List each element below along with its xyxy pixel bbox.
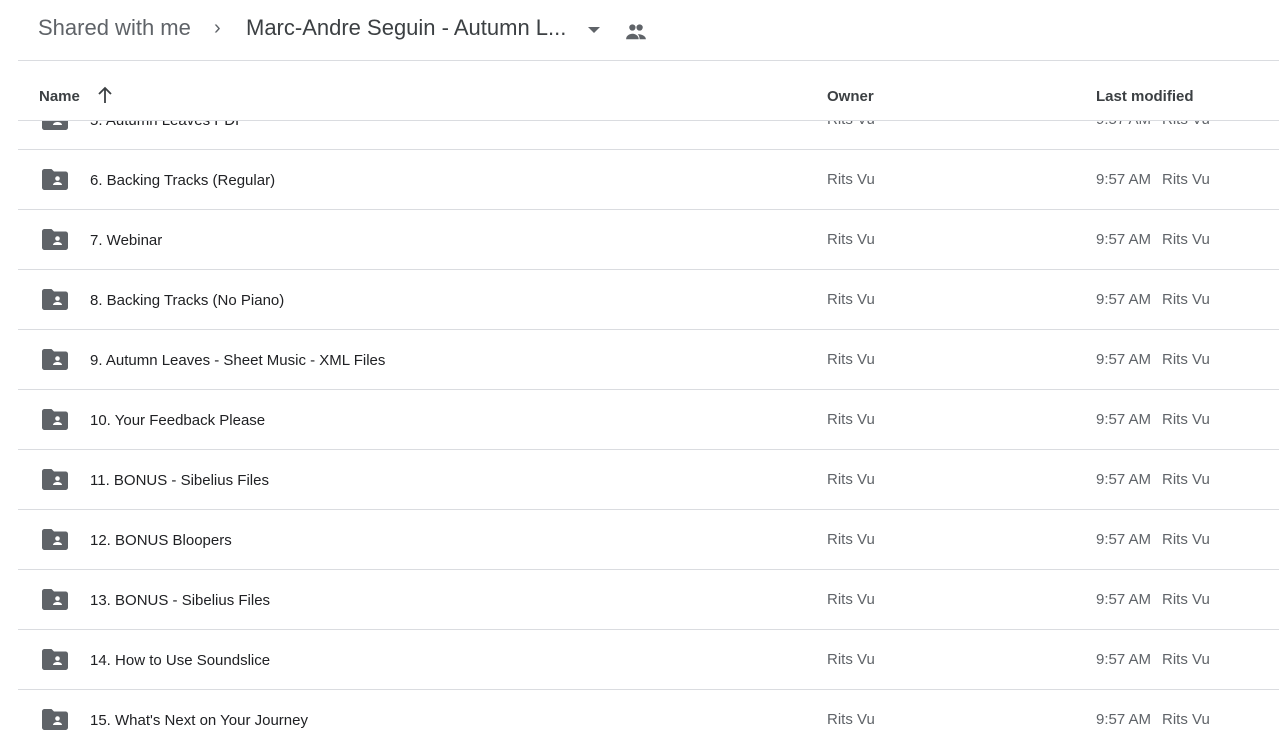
shared-folder-icon (42, 649, 68, 670)
table-row[interactable]: 10. Your Feedback Please Rits Vu 9:57 AM… (18, 390, 1279, 450)
last-modified-by: Rits Vu (1162, 591, 1210, 608)
file-name: 9. Autumn Leaves - Sheet Music - XML Fil… (90, 352, 386, 369)
owner: Rits Vu (827, 121, 875, 128)
last-modified-time: 9:57 AM (1096, 531, 1152, 548)
last-modified-time: 9:57 AM (1096, 591, 1152, 608)
last-modified-by: Rits Vu (1162, 121, 1210, 128)
table-row[interactable]: 7. Webinar Rits Vu 9:57 AM Rits Vu (18, 210, 1279, 270)
owner: Rits Vu (827, 471, 875, 488)
breadcrumb-shared-with-me[interactable]: Shared with me (38, 15, 191, 41)
file-name: 10. Your Feedback Please (90, 412, 266, 429)
file-name: 8. Backing Tracks (No Piano) (90, 292, 285, 309)
file-name: 11. BONUS - Sibelius Files (90, 472, 269, 489)
last-modified-time: 9:57 AM (1096, 291, 1152, 308)
column-owner[interactable]: Owner (827, 88, 874, 105)
last-modified-by: Rits Vu (1162, 351, 1210, 368)
last-modified-time: 9:57 AM (1096, 411, 1152, 428)
table-row[interactable]: 5. Autumn Leaves PDF Rits Vu 9:57 AM Rit… (18, 121, 1279, 150)
table-row[interactable]: 12. BONUS Bloopers Rits Vu 9:57 AM Rits … (18, 510, 1279, 570)
table-row[interactable]: 9. Autumn Leaves - Sheet Music - XML Fil… (18, 330, 1279, 390)
file-name: 14. How to Use Soundslice (90, 652, 271, 669)
owner: Rits Vu (827, 231, 875, 248)
file-name: 12. BONUS Bloopers (90, 532, 232, 549)
last-modified-time: 9:57 AM (1096, 231, 1152, 248)
table-row[interactable]: 13. BONUS - Sibelius Files Rits Vu 9:57 … (18, 570, 1279, 630)
shared-folder-icon (42, 709, 68, 730)
column-name[interactable]: Name (39, 88, 80, 105)
shared-folder-icon (42, 529, 68, 550)
last-modified-by: Rits Vu (1162, 411, 1210, 428)
shared-folder-icon (42, 469, 68, 490)
last-modified-time: 9:57 AM (1096, 171, 1152, 188)
last-modified-by: Rits Vu (1162, 531, 1210, 548)
owner: Rits Vu (827, 591, 875, 608)
last-modified-time: 9:57 AM (1096, 471, 1152, 488)
last-modified-time: 9:57 AM (1096, 121, 1151, 128)
file-name: 7. Webinar (90, 232, 163, 249)
table-row[interactable]: 11. BONUS - Sibelius Files Rits Vu 9:57 … (18, 450, 1279, 510)
shared-folder-icon (42, 349, 68, 370)
shared-folder-icon (42, 229, 68, 250)
people-icon[interactable] (625, 23, 647, 41)
table-row[interactable]: 8. Backing Tracks (No Piano) Rits Vu 9:5… (18, 270, 1279, 330)
file-list: 5. Autumn Leaves PDF Rits Vu 9:57 AM Rit… (0, 121, 1279, 739)
shared-folder-icon (42, 589, 68, 610)
owner: Rits Vu (827, 351, 875, 368)
file-name: 15. What's Next on Your Journey (90, 712, 308, 729)
file-name: 6. Backing Tracks (Regular) (90, 172, 276, 189)
last-modified-by: Rits Vu (1162, 231, 1210, 248)
shared-folder-icon (42, 289, 68, 310)
owner: Rits Vu (827, 411, 875, 428)
caret-down-icon[interactable] (588, 27, 600, 33)
table-row[interactable]: 14. How to Use Soundslice Rits Vu 9:57 A… (18, 630, 1279, 690)
arrow-up-icon[interactable] (96, 86, 114, 104)
last-modified-by: Rits Vu (1162, 171, 1210, 188)
last-modified-by: Rits Vu (1162, 291, 1210, 308)
file-name: 13. BONUS - Sibelius Files (90, 592, 271, 609)
chevron-right-icon: › (214, 17, 221, 39)
owner: Rits Vu (827, 171, 875, 188)
last-modified-by: Rits Vu (1162, 711, 1210, 728)
owner: Rits Vu (827, 711, 875, 728)
shared-folder-icon (42, 121, 68, 130)
file-name: 5. Autumn Leaves PDF (90, 121, 244, 129)
column-last-modified[interactable]: Last modified (1096, 88, 1194, 105)
shared-folder-icon (42, 169, 68, 190)
column-header: Name Owner Last modified (0, 60, 1279, 120)
breadcrumb-current-folder[interactable]: Marc-Andre Seguin - Autumn L... (246, 15, 566, 41)
table-row[interactable]: 6. Backing Tracks (Regular) Rits Vu 9:57… (18, 150, 1279, 210)
shared-folder-icon (42, 409, 68, 430)
last-modified-time: 9:57 AM (1096, 651, 1152, 668)
owner: Rits Vu (827, 531, 875, 548)
last-modified-by: Rits Vu (1162, 471, 1210, 488)
last-modified-time: 9:57 AM (1096, 711, 1152, 728)
last-modified-time: 9:57 AM (1096, 351, 1152, 368)
owner: Rits Vu (827, 651, 875, 668)
breadcrumb: Shared with me › Marc-Andre Seguin - Aut… (0, 0, 1279, 60)
table-row[interactable]: 15. What's Next on Your Journey Rits Vu … (18, 690, 1279, 739)
owner: Rits Vu (827, 291, 875, 308)
last-modified-by: Rits Vu (1162, 651, 1210, 668)
